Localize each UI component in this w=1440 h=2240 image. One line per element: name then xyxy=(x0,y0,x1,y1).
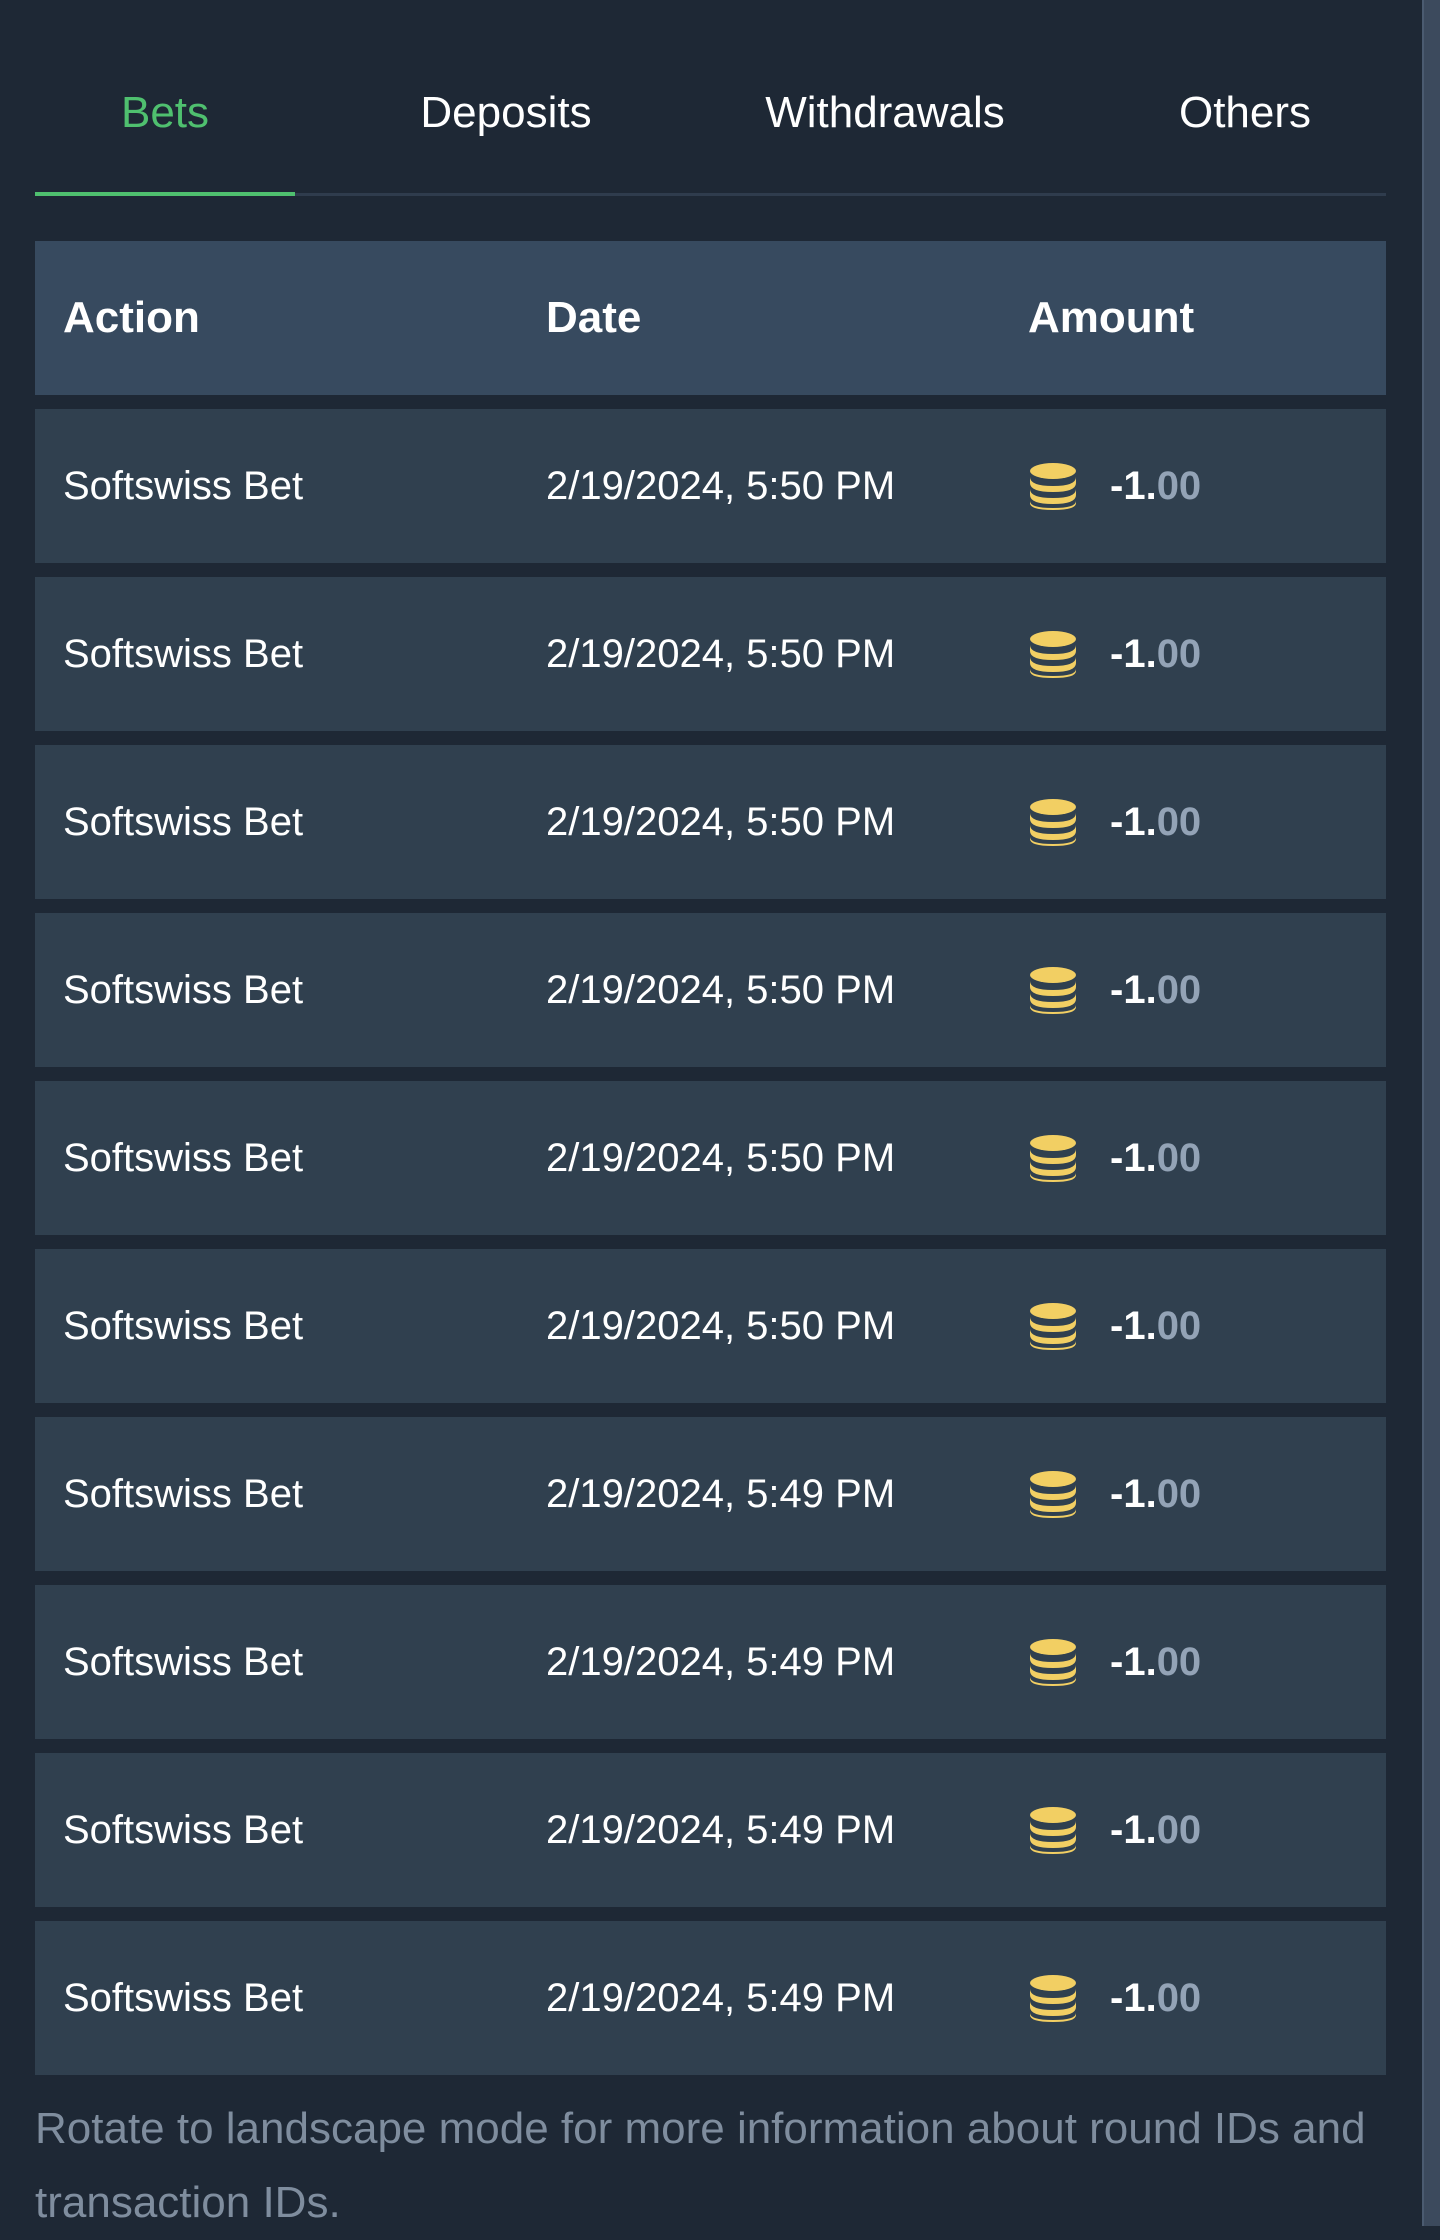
tab-others[interactable]: Others xyxy=(1105,30,1385,196)
coins-icon xyxy=(1030,631,1076,678)
cell-date: 2/19/2024, 5:50 PM xyxy=(546,1135,896,1180)
cell-amount: -1. 00 xyxy=(1028,1806,1201,1854)
table-row[interactable]: Softswiss Bet 2/19/2024, 5:49 PM -1. 00 xyxy=(35,1921,1386,2075)
amount-integer: -1. xyxy=(1110,799,1157,844)
cell-date: 2/19/2024, 5:50 PM xyxy=(546,967,896,1012)
table-row[interactable]: Softswiss Bet 2/19/2024, 5:49 PM -1. 00 xyxy=(35,1417,1386,1571)
amount-decimals: 00 xyxy=(1156,1807,1202,1852)
scrollbar[interactable] xyxy=(1422,0,1440,2226)
amount-decimals: 00 xyxy=(1156,631,1202,676)
tab-bets[interactable]: Bets xyxy=(35,30,295,196)
table-row[interactable]: Softswiss Bet 2/19/2024, 5:50 PM -1. 00 xyxy=(35,1081,1386,1235)
tab-deposits[interactable]: Deposits xyxy=(327,30,685,196)
transactions-table: Action Date Amount Softswiss Bet 2/19/20… xyxy=(35,241,1386,2089)
table-body: Softswiss Bet 2/19/2024, 5:50 PM -1. 00 S… xyxy=(35,409,1386,2075)
amount-decimals: 00 xyxy=(1156,1639,1202,1684)
cell-date: 2/19/2024, 5:49 PM xyxy=(546,1807,896,1852)
table-row[interactable]: Softswiss Bet 2/19/2024, 5:50 PM -1. 00 xyxy=(35,1249,1386,1403)
table-row[interactable]: Softswiss Bet 2/19/2024, 5:50 PM -1. 00 xyxy=(35,913,1386,1067)
coins-icon xyxy=(1030,1471,1076,1518)
cell-date: 2/19/2024, 5:50 PM xyxy=(546,1303,896,1348)
amount-decimals: 00 xyxy=(1156,463,1202,508)
cell-amount: -1. 00 xyxy=(1028,1134,1201,1182)
cell-date: 2/19/2024, 5:49 PM xyxy=(546,1975,896,2020)
cell-action: Softswiss Bet xyxy=(63,1135,304,1180)
amount-decimals: 00 xyxy=(1156,967,1202,1012)
coins-icon xyxy=(1030,799,1076,846)
landscape-hint: Rotate to landscape mode for more inform… xyxy=(35,2104,1366,2227)
amount-decimals: 00 xyxy=(1156,1471,1202,1516)
amount-integer: -1. xyxy=(1110,1135,1157,1180)
amount-integer: -1. xyxy=(1110,1303,1157,1348)
cell-action: Softswiss Bet xyxy=(63,967,304,1012)
bet-history-panel: Bets Deposits Withdrawals Others Action … xyxy=(0,0,1422,2227)
coins-icon xyxy=(1030,1135,1076,1182)
amount-integer: -1. xyxy=(1110,1471,1157,1516)
cell-action: Softswiss Bet xyxy=(63,631,304,676)
cell-action: Softswiss Bet xyxy=(63,1807,304,1852)
amount-integer: -1. xyxy=(1110,1639,1157,1684)
active-tab-indicator xyxy=(35,192,295,196)
amount-decimals: 00 xyxy=(1156,1135,1202,1180)
cell-amount: -1. 00 xyxy=(1028,630,1201,678)
cell-date: 2/19/2024, 5:50 PM xyxy=(546,463,896,508)
cell-amount: -1. 00 xyxy=(1028,1302,1201,1350)
cell-amount: -1. 00 xyxy=(1028,1974,1201,2022)
table-header: Action Date Amount xyxy=(35,241,1386,395)
amount-decimals: 00 xyxy=(1156,1303,1202,1348)
cell-action: Softswiss Bet xyxy=(63,1471,304,1516)
cell-date: 2/19/2024, 5:49 PM xyxy=(546,1471,896,1516)
amount-decimals: 00 xyxy=(1156,1975,1202,2020)
tab-withdrawals[interactable]: Withdrawals xyxy=(695,30,1075,196)
cell-date: 2/19/2024, 5:50 PM xyxy=(546,631,896,676)
history-tabs: Bets Deposits Withdrawals Others xyxy=(35,30,1386,196)
cell-action: Softswiss Bet xyxy=(63,463,304,508)
coins-icon xyxy=(1030,967,1076,1014)
amount-decimals: 00 xyxy=(1156,799,1202,844)
amount-integer: -1. xyxy=(1110,1807,1157,1852)
column-header-date: Date xyxy=(546,293,642,342)
cell-action: Softswiss Bet xyxy=(63,1975,304,2020)
cell-amount: -1. 00 xyxy=(1028,1638,1201,1686)
cell-amount: -1. 00 xyxy=(1028,1470,1201,1518)
column-header-amount: Amount xyxy=(1028,293,1195,342)
cell-action: Softswiss Bet xyxy=(63,1303,304,1348)
coins-icon xyxy=(1030,1975,1076,2022)
amount-integer: -1. xyxy=(1110,631,1157,676)
cell-date: 2/19/2024, 5:49 PM xyxy=(546,1639,896,1684)
coins-icon xyxy=(1030,1807,1076,1854)
cell-amount: -1. 00 xyxy=(1028,798,1201,846)
cell-amount: -1. 00 xyxy=(1028,462,1201,510)
table-row[interactable]: Softswiss Bet 2/19/2024, 5:50 PM -1. 00 xyxy=(35,577,1386,731)
amount-integer: -1. xyxy=(1110,463,1157,508)
cell-date: 2/19/2024, 5:50 PM xyxy=(546,799,896,844)
cell-action: Softswiss Bet xyxy=(63,1639,304,1684)
coins-icon xyxy=(1030,463,1076,510)
coins-icon xyxy=(1030,1303,1076,1350)
table-row[interactable]: Softswiss Bet 2/19/2024, 5:50 PM -1. 00 xyxy=(35,409,1386,563)
table-row[interactable]: Softswiss Bet 2/19/2024, 5:49 PM -1. 00 xyxy=(35,1585,1386,1739)
coins-icon xyxy=(1030,1639,1076,1686)
cell-amount: -1. 00 xyxy=(1028,966,1201,1014)
column-header-action: Action xyxy=(63,293,200,342)
table-row[interactable]: Softswiss Bet 2/19/2024, 5:50 PM -1. 00 xyxy=(35,745,1386,899)
amount-integer: -1. xyxy=(1110,967,1157,1012)
cell-action: Softswiss Bet xyxy=(63,799,304,844)
amount-integer: -1. xyxy=(1110,1975,1157,2020)
table-row[interactable]: Softswiss Bet 2/19/2024, 5:49 PM -1. 00 xyxy=(35,1753,1386,1907)
